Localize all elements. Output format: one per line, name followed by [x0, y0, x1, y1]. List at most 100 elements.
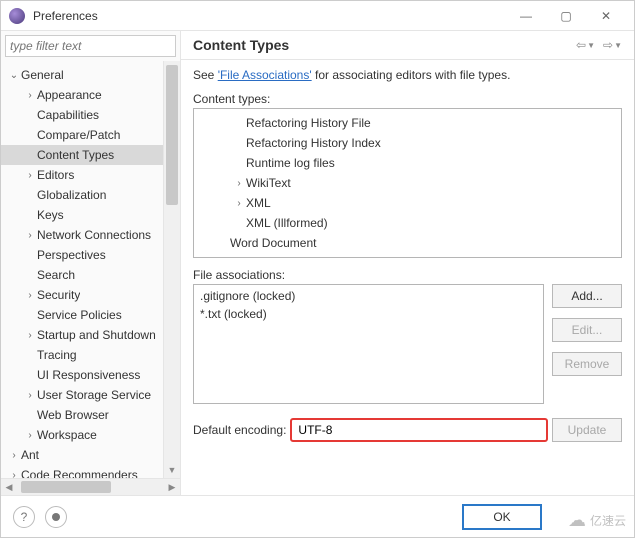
preferences-window: Preferences — ▢ ✕ ⌄General›AppearanceCap…	[0, 0, 635, 538]
nav-back-button[interactable]: ⇦▼	[576, 38, 595, 52]
tree-item[interactable]: UI Responsiveness	[1, 365, 163, 385]
tree-item-label: General	[21, 68, 64, 82]
tree-item[interactable]: Service Policies	[1, 305, 163, 325]
tree-item[interactable]: ›Workspace	[1, 425, 163, 445]
chevron-right-icon[interactable]: ›	[23, 290, 37, 301]
content-panel: Content Types ⇦▼ ⇨▼ See 'File Associatio…	[181, 31, 634, 495]
content-type-item[interactable]: Refactoring History Index	[194, 133, 621, 153]
content-types-tree[interactable]: Refactoring History File Refactoring Hist…	[193, 108, 622, 258]
description-text: See 'File Associations' for associating …	[193, 68, 622, 82]
tree-item-label: Globalization	[37, 188, 106, 202]
chevron-right-icon[interactable]: ›	[23, 430, 37, 441]
tree-item[interactable]: ›Editors	[1, 165, 163, 185]
content-type-label: Refactoring History File	[246, 116, 371, 130]
scroll-left-icon[interactable]: ◀	[1, 482, 17, 493]
file-associations-label: File associations:	[193, 268, 622, 282]
content-type-item[interactable]: ›XML	[194, 193, 621, 213]
content-type-label: Word Document	[230, 236, 316, 250]
tree-scrollbar[interactable]: ▲ ▼	[163, 61, 180, 478]
tree-item-label: Web Browser	[37, 408, 109, 422]
tree-item[interactable]: Web Browser	[1, 405, 163, 425]
tree-item[interactable]: ›Security	[1, 285, 163, 305]
chevron-right-icon[interactable]: ›	[232, 178, 246, 189]
chevron-right-icon[interactable]: ›	[23, 330, 37, 341]
tree-item[interactable]: Capabilities	[1, 105, 163, 125]
tree-item-label: Search	[37, 268, 75, 282]
content-types-label: Content types:	[193, 92, 622, 106]
tree-item[interactable]: ›User Storage Service	[1, 385, 163, 405]
tree-item[interactable]: Compare/Patch	[1, 125, 163, 145]
scroll-down-icon[interactable]: ▼	[164, 462, 180, 478]
watermark: ☁ 亿速云	[568, 510, 626, 531]
tree-item-label: User Storage Service	[37, 388, 151, 402]
chevron-right-icon[interactable]: ›	[23, 230, 37, 241]
record-icon[interactable]	[45, 506, 67, 528]
tree-item-label: Keys	[37, 208, 64, 222]
tree-item-label: Appearance	[37, 88, 102, 102]
filter-input[interactable]	[5, 35, 176, 57]
chevron-right-icon[interactable]: ›	[7, 450, 21, 461]
tree-item-label: Startup and Shutdown	[37, 328, 156, 342]
tree-item-label: Service Policies	[37, 308, 122, 322]
hscroll-thumb[interactable]	[21, 481, 111, 493]
tree-item-label: Perspectives	[37, 248, 106, 262]
tree-item[interactable]: Search	[1, 265, 163, 285]
content-type-item[interactable]: ›WikiText	[194, 173, 621, 193]
content-type-item[interactable]: Runtime log files	[194, 153, 621, 173]
tree-item[interactable]: ›Startup and Shutdown	[1, 325, 163, 345]
tree-item[interactable]: Perspectives	[1, 245, 163, 265]
tree-item-label: Capabilities	[37, 108, 99, 122]
chevron-down-icon[interactable]: ⌄	[7, 70, 21, 81]
tree-item[interactable]: ›Appearance	[1, 85, 163, 105]
help-icon[interactable]: ?	[13, 506, 35, 528]
cloud-icon: ☁	[568, 510, 586, 531]
tree-item[interactable]: ›Ant	[1, 445, 163, 465]
nav-forward-button[interactable]: ⇨▼	[603, 38, 622, 52]
content-type-item[interactable]: XML (Illformed)	[194, 213, 621, 233]
tree-item-label: Network Connections	[37, 228, 151, 242]
content-type-label: XML (Illformed)	[246, 216, 328, 230]
chevron-right-icon[interactable]: ›	[7, 470, 21, 479]
chevron-right-icon[interactable]: ›	[23, 170, 37, 181]
maximize-button[interactable]: ▢	[546, 2, 586, 30]
content-type-label: WikiText	[246, 176, 291, 190]
add-button[interactable]: Add...	[552, 284, 622, 308]
default-encoding-label: Default encoding:	[193, 423, 286, 437]
chevron-right-icon[interactable]: ›	[23, 90, 37, 101]
minimize-button[interactable]: —	[506, 2, 546, 30]
default-encoding-input[interactable]	[290, 418, 548, 442]
scroll-right-icon[interactable]: ▶	[164, 482, 180, 493]
tree-item[interactable]: Content Types	[1, 145, 163, 165]
content-type-label: Refactoring History Index	[246, 136, 381, 150]
tree-item[interactable]: Keys	[1, 205, 163, 225]
chevron-right-icon[interactable]: ›	[232, 198, 246, 209]
ok-button[interactable]: OK	[462, 504, 542, 530]
file-associations-list[interactable]: .gitignore (locked)*.txt (locked)	[193, 284, 544, 404]
tree-item[interactable]: Globalization	[1, 185, 163, 205]
content-type-item[interactable]: Word Document	[194, 233, 621, 253]
edit-button[interactable]: Edit...	[552, 318, 622, 342]
tree-item[interactable]: ›Network Connections	[1, 225, 163, 245]
tree-item-label: Ant	[21, 448, 39, 462]
sidebar: ⌄General›AppearanceCapabilitiesCompare/P…	[1, 31, 181, 495]
file-association-item[interactable]: .gitignore (locked)	[200, 289, 537, 307]
close-button[interactable]: ✕	[586, 2, 626, 30]
scroll-thumb[interactable]	[166, 65, 178, 205]
footer: ? OK ☁ 亿速云	[1, 495, 634, 537]
content-type-item[interactable]: Refactoring History File	[194, 113, 621, 133]
tree-item-label: Code Recommenders	[21, 468, 138, 478]
tree-hscrollbar[interactable]: ◀ ▶	[1, 478, 180, 495]
tree-item[interactable]: ›Code Recommenders	[1, 465, 163, 478]
update-button[interactable]: Update	[552, 418, 622, 442]
remove-button[interactable]: Remove	[552, 352, 622, 376]
window-title: Preferences	[33, 9, 506, 23]
tree-item-label: Security	[37, 288, 80, 302]
tree-item[interactable]: ⌄General	[1, 65, 163, 85]
file-association-item[interactable]: *.txt (locked)	[200, 307, 537, 325]
tree-item-label: Content Types	[37, 148, 114, 162]
content-type-label: Runtime log files	[246, 156, 335, 170]
tree-item[interactable]: Tracing	[1, 345, 163, 365]
preferences-tree[interactable]: ⌄General›AppearanceCapabilitiesCompare/P…	[1, 61, 163, 478]
chevron-right-icon[interactable]: ›	[23, 390, 37, 401]
file-associations-link[interactable]: 'File Associations'	[218, 68, 312, 82]
